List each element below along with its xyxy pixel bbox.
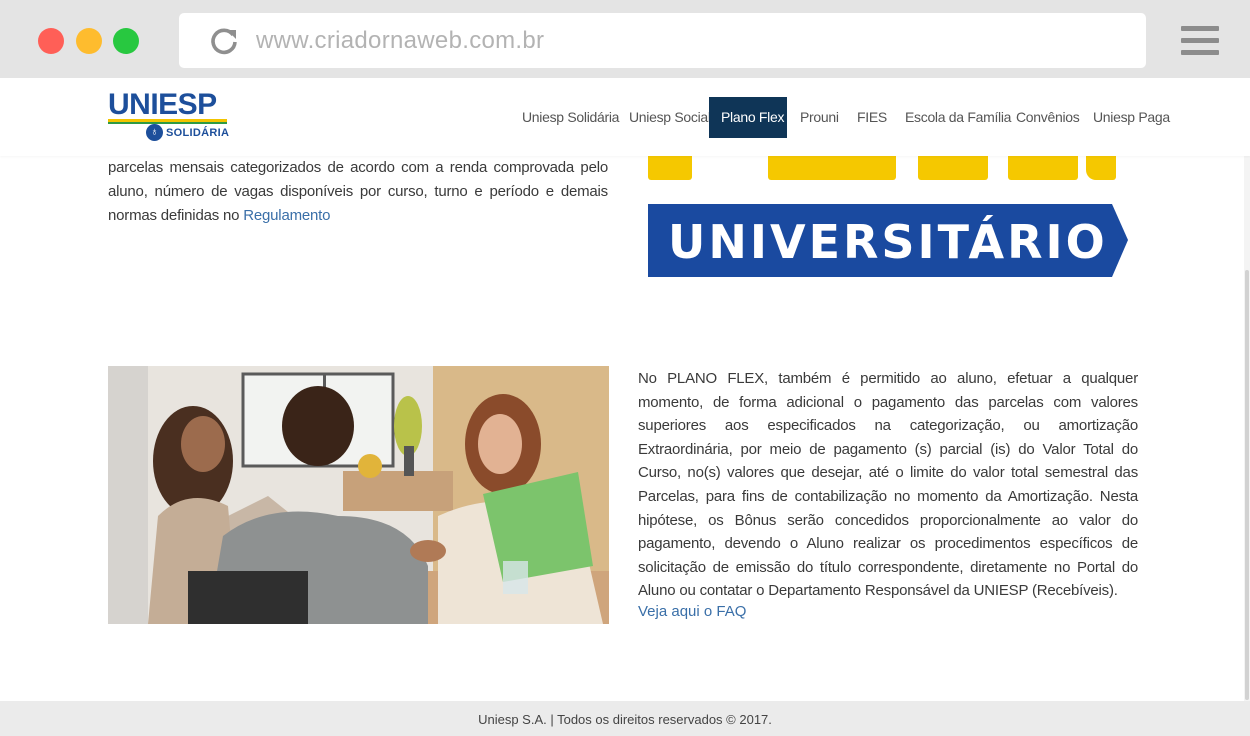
logo-badge-icon: ♁ [146,124,163,141]
regulamento-link[interactable]: Regulamento [243,207,330,224]
nav-item-uniesp-solidaria[interactable]: Uniesp Solidária [522,97,619,138]
site-header: UNIESP ♁ SOLIDÁRIA Uniesp Solidária Unie… [0,78,1250,156]
faq-link[interactable]: Veja aqui o FAQ [638,603,746,620]
regulation-text: parcelas mensais categorizados de acordo… [108,159,608,224]
nav-item-plano-flex[interactable]: Plano Flex [709,97,787,138]
nav-item-prouni[interactable]: Prouni [800,97,839,138]
url-text: www.criadornaweb.com.br [256,27,545,54]
logo-name: UNIESP [108,88,217,121]
minimize-window-button[interactable] [76,28,102,54]
footer: Uniesp S.A. | Todos os direitos reservad… [0,701,1250,736]
scrollbar-thumb[interactable] [1245,270,1249,700]
maximize-window-button[interactable] [113,28,139,54]
browser-chrome: www.criadornaweb.com.br [0,0,1250,78]
nav-item-escola-da-familia[interactable]: Escola da Família [905,97,1011,138]
menu-icon[interactable] [1181,26,1219,56]
address-bar[interactable]: www.criadornaweb.com.br [179,13,1146,68]
regulation-paragraph: parcelas mensais categorizados de acordo… [108,156,608,228]
plano-flex-paragraph: No PLANO FLEX, também é permitido ao alu… [638,370,1138,600]
close-window-button[interactable] [38,28,64,54]
universitario-banner: UNIVERSITÁRIO [648,156,1128,278]
nav-item-uniesp-social[interactable]: Uniesp Social [629,97,711,138]
uniesp-logo[interactable]: UNIESP ♁ SOLIDÁRIA [108,88,233,143]
reload-icon[interactable] [209,26,239,56]
nav-item-convenios[interactable]: Convênios [1016,97,1080,138]
logo-subtitle: SOLIDÁRIA [166,127,230,139]
footer-text: Uniesp S.A. | Todos os direitos reservad… [478,712,772,727]
banner-text: UNIVERSITÁRIO [668,215,1108,269]
main-content: parcelas mensais categorizados de acordo… [0,156,1250,701]
nav-item-uniesp-paga[interactable]: Uniesp Paga [1093,97,1170,138]
meeting-photo [108,366,609,624]
nav-item-fies[interactable]: FIES [857,97,887,138]
